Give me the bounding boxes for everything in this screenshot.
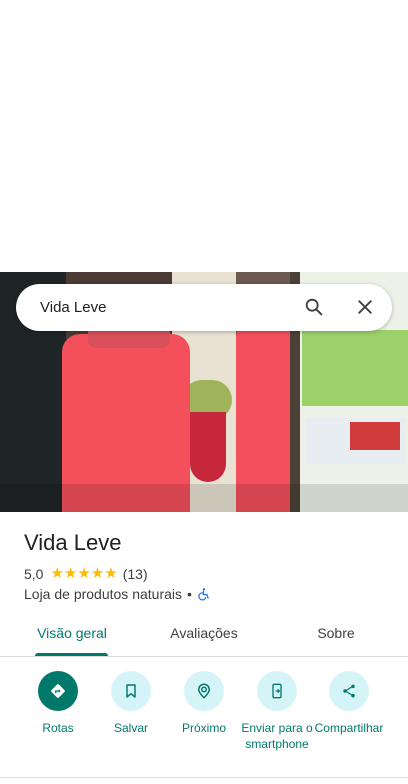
directions-label: Rotas <box>42 721 74 735</box>
action-buttons: Rotas Salvar Próximo Enviar para o smart… <box>0 668 408 768</box>
search-bar[interactable]: Vida Leve <box>16 284 392 331</box>
rating-stars: ★★★★★ <box>50 565 118 582</box>
send-to-phone-icon <box>272 683 282 699</box>
photo-region <box>236 316 290 512</box>
send-to-phone-label: Enviar para o smartphone <box>241 721 313 751</box>
send-to-phone-button[interactable]: Enviar para o smartphone <box>237 668 317 752</box>
photo-region <box>302 330 408 406</box>
send-to-phone-button-circle[interactable] <box>257 671 297 711</box>
directions-icon <box>51 684 65 698</box>
nearby-button-circle[interactable] <box>184 671 224 711</box>
tab-bar: Visão geral Avaliações Sobre <box>0 616 408 657</box>
tab-overview[interactable]: Visão geral <box>24 616 120 656</box>
tab-about[interactable]: Sobre <box>288 616 384 656</box>
share-label: Compartilhar <box>314 721 384 735</box>
nearby-icon <box>197 683 211 699</box>
bookmark-icon <box>126 684 136 698</box>
tab-reviews[interactable]: Avaliações <box>156 616 252 656</box>
directions-button[interactable]: Rotas <box>18 668 98 736</box>
rating-value: 5,0 <box>24 566 44 582</box>
save-button-circle[interactable] <box>111 671 151 711</box>
search-input[interactable]: Vida Leve <box>40 284 106 331</box>
directions-button-circle[interactable] <box>38 671 78 711</box>
share-icon <box>343 684 355 698</box>
wheelchair-accessible-icon <box>198 588 209 601</box>
active-tab-indicator <box>35 653 108 656</box>
place-category: Loja de produtos naturais <box>24 586 182 602</box>
photo-region <box>0 484 408 512</box>
photo-region <box>350 422 400 450</box>
separator: • <box>187 586 192 602</box>
search-button[interactable] <box>298 291 330 323</box>
save-label: Salvar <box>113 721 148 735</box>
photo-region <box>190 412 226 482</box>
share-button[interactable]: Compartilhar <box>309 668 389 736</box>
divider <box>0 777 408 778</box>
save-button[interactable]: Salvar <box>91 668 171 736</box>
place-title: Vida Leve <box>24 530 122 555</box>
nearby-label: Próximo <box>181 721 226 735</box>
share-button-circle[interactable] <box>329 671 369 711</box>
close-icon <box>358 300 372 314</box>
nearby-button[interactable]: Próximo <box>164 668 244 736</box>
review-count: (13) <box>122 566 148 582</box>
category-row: Loja de produtos naturais • <box>24 585 211 603</box>
rating-row[interactable]: 5,0 ★★★★★ (13) <box>24 565 148 583</box>
close-button[interactable] <box>349 291 381 323</box>
search-icon <box>305 298 323 316</box>
